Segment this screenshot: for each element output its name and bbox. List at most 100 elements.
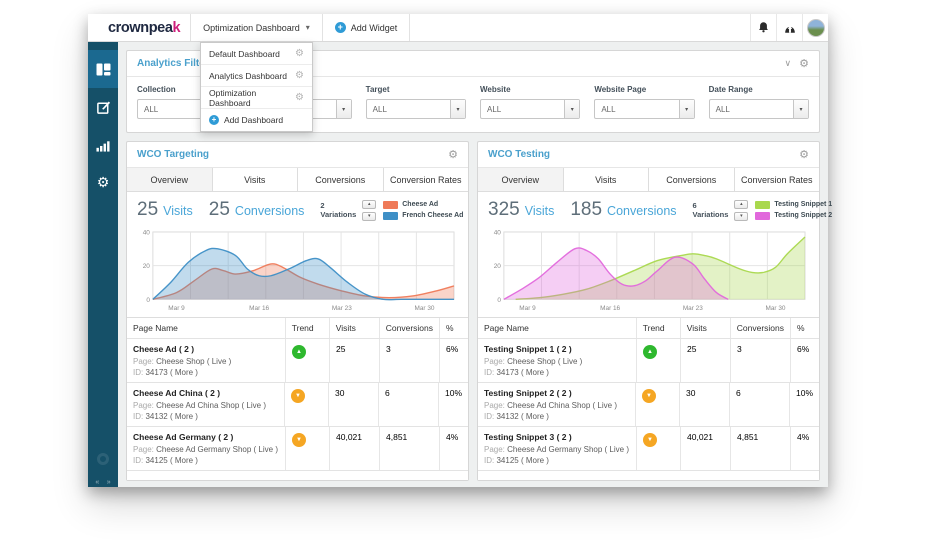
stepper-up-button[interactable]: ▴ [362, 200, 376, 209]
tab-overview[interactable]: Overview [478, 168, 564, 191]
widget-panel: WCO Targeting⚙OverviewVisitsConversionsC… [126, 141, 469, 481]
publish-button[interactable] [776, 14, 802, 41]
legend-swatch [383, 212, 398, 220]
dashboard-layout-icon [96, 63, 111, 76]
tab-conversions[interactable]: Conversions [649, 168, 735, 191]
more-link[interactable]: ( More ) [170, 368, 198, 377]
table-footer [478, 471, 819, 480]
table-row: Cheese Ad Germany ( 2 ) Page: Cheese Ad G… [127, 427, 468, 471]
stepper-down-button[interactable]: ▾ [362, 212, 376, 221]
stat-label: Conversions [235, 204, 304, 218]
id-value: 34173 [145, 368, 167, 377]
page-name[interactable]: Cheese Ad ( 2 ) [133, 344, 279, 354]
gear-icon[interactable]: ⚙ [295, 70, 304, 81]
tab-conversion-rates[interactable]: Conversion Rates [735, 168, 820, 191]
filter-select[interactable]: ALL▾ [594, 99, 694, 119]
stepper-up-button[interactable]: ▴ [734, 200, 748, 209]
more-link[interactable]: ( More ) [170, 412, 198, 421]
page-name[interactable]: Cheese Ad Germany ( 2 ) [133, 432, 279, 442]
column-header: Visits [330, 318, 380, 338]
more-link[interactable]: ( More ) [521, 368, 549, 377]
trend-cell: ▼ [637, 427, 681, 470]
plus-icon: + [209, 115, 219, 125]
stat-value: 25 [137, 199, 158, 221]
filter-select[interactable]: ALL▾ [366, 99, 466, 119]
tab-visits[interactable]: Visits [564, 168, 650, 191]
user-menu[interactable] [802, 14, 828, 41]
chart-legend: Cheese AdFrench Cheese Ad [383, 201, 463, 220]
add-widget-button[interactable]: + Add Widget [323, 14, 411, 41]
percent-cell: 4% [440, 427, 468, 470]
filter-select-value: ALL [481, 100, 564, 118]
column-header: % [791, 318, 819, 338]
collapse-right-icon[interactable]: » [107, 479, 111, 486]
page-name[interactable]: Testing Snippet 3 ( 2 ) [484, 432, 630, 442]
percent-cell: 10% [790, 383, 819, 426]
filter-field: WebsiteALL▾ [480, 85, 580, 119]
caret-down-icon: ▾ [306, 23, 310, 32]
stepper-down-button[interactable]: ▾ [734, 212, 748, 221]
tab-conversion-rates[interactable]: Conversion Rates [384, 168, 469, 191]
sidebar-collapse-controls: « » [88, 479, 118, 486]
sidebar-item-settings[interactable]: ⚙ [88, 164, 118, 202]
legend-swatch [755, 212, 770, 220]
dashboard-menu-button[interactable]: Optimization Dashboard ▾ [190, 14, 323, 41]
column-header: % [440, 318, 468, 338]
sidebar-item-dashboards[interactable] [88, 50, 118, 88]
gear-icon[interactable]: ⚙ [799, 57, 809, 70]
tab-visits[interactable]: Visits [213, 168, 299, 191]
gear-icon[interactable]: ⚙ [295, 92, 304, 103]
column-header: Conversions [731, 318, 791, 338]
gear-icon[interactable]: ⚙ [295, 48, 304, 59]
top-bar: crownpeak Optimization Dashboard ▾ + Add… [88, 14, 828, 42]
chevron-down-icon[interactable]: ∨ [785, 58, 792, 69]
menu-item-optimization-dashboard[interactable]: Optimization Dashboard⚙ [201, 87, 312, 109]
trend-cell: ▲ [286, 339, 330, 382]
page-info: Page: Cheese Ad Germany Shop ( Live ) [133, 445, 279, 454]
page-label: Page: [133, 357, 154, 366]
more-link[interactable]: ( More ) [521, 456, 549, 465]
legend-entry: Testing Snippet 1 [755, 201, 832, 209]
trend-cell: ▲ [637, 339, 681, 382]
column-header: Trend [286, 318, 330, 338]
page-name[interactable]: Testing Snippet 2 ( 2 ) [484, 388, 629, 398]
id-label: ID: [484, 412, 494, 421]
widget-title: WCO Targeting [137, 149, 209, 160]
gear-icon[interactable]: ⚙ [799, 148, 809, 161]
percent-cell: 10% [439, 383, 468, 426]
filter-field: TargetALL▾ [366, 85, 466, 119]
page-label: Page: [133, 445, 154, 454]
page-value: Cheese Shop ( Live ) [156, 357, 231, 366]
widget-table: Page NameTrendVisitsConversions%Cheese A… [127, 317, 468, 480]
gear-icon[interactable]: ⚙ [448, 148, 458, 161]
more-link[interactable]: ( More ) [170, 456, 198, 465]
tab-overview[interactable]: Overview [127, 168, 213, 191]
stat: 185Conversions [570, 199, 676, 221]
visits-cell: 30 [329, 383, 379, 426]
stat: 25Conversions [209, 199, 305, 221]
id-info: ID: 34173 ( More ) [133, 368, 279, 377]
page-info: Page: Cheese Ad China Shop ( Live ) [484, 401, 629, 410]
sidebar-item-content-edit[interactable] [88, 88, 118, 126]
svg-text:Mar 23: Mar 23 [332, 305, 352, 312]
menu-item-add-dashboard[interactable]: +Add Dashboard [201, 109, 312, 131]
sidebar-item-analytics[interactable] [88, 126, 118, 164]
legend-label: Testing Snippet 1 [774, 201, 832, 208]
page-name-cell: Testing Snippet 1 ( 2 )Page: Cheese Shop… [478, 339, 637, 382]
filter-select[interactable]: ALL▾ [480, 99, 580, 119]
menu-item-default-dashboard[interactable]: Default Dashboard⚙ [201, 43, 312, 65]
tab-conversions[interactable]: Conversions [298, 168, 384, 191]
conversions-cell: 4,851 [380, 427, 440, 470]
filter-select[interactable]: ALL▾ [709, 99, 809, 119]
trend-cell: ▼ [636, 383, 680, 426]
widget-stats: 325Visits185Conversions6 Variations▴▾Tes… [478, 192, 819, 226]
notifications-button[interactable] [750, 14, 776, 41]
page-value: Cheese Ad Germany Shop ( Live ) [507, 445, 629, 454]
menu-item-analytics-dashboard[interactable]: Analytics Dashboard⚙ [201, 65, 312, 87]
avatar [807, 19, 825, 37]
svg-text:Mar 30: Mar 30 [414, 305, 434, 312]
more-link[interactable]: ( More ) [521, 412, 549, 421]
collapse-left-icon[interactable]: « [95, 479, 99, 486]
page-name[interactable]: Cheese Ad China ( 2 ) [133, 388, 278, 398]
page-name[interactable]: Testing Snippet 1 ( 2 ) [484, 344, 630, 354]
